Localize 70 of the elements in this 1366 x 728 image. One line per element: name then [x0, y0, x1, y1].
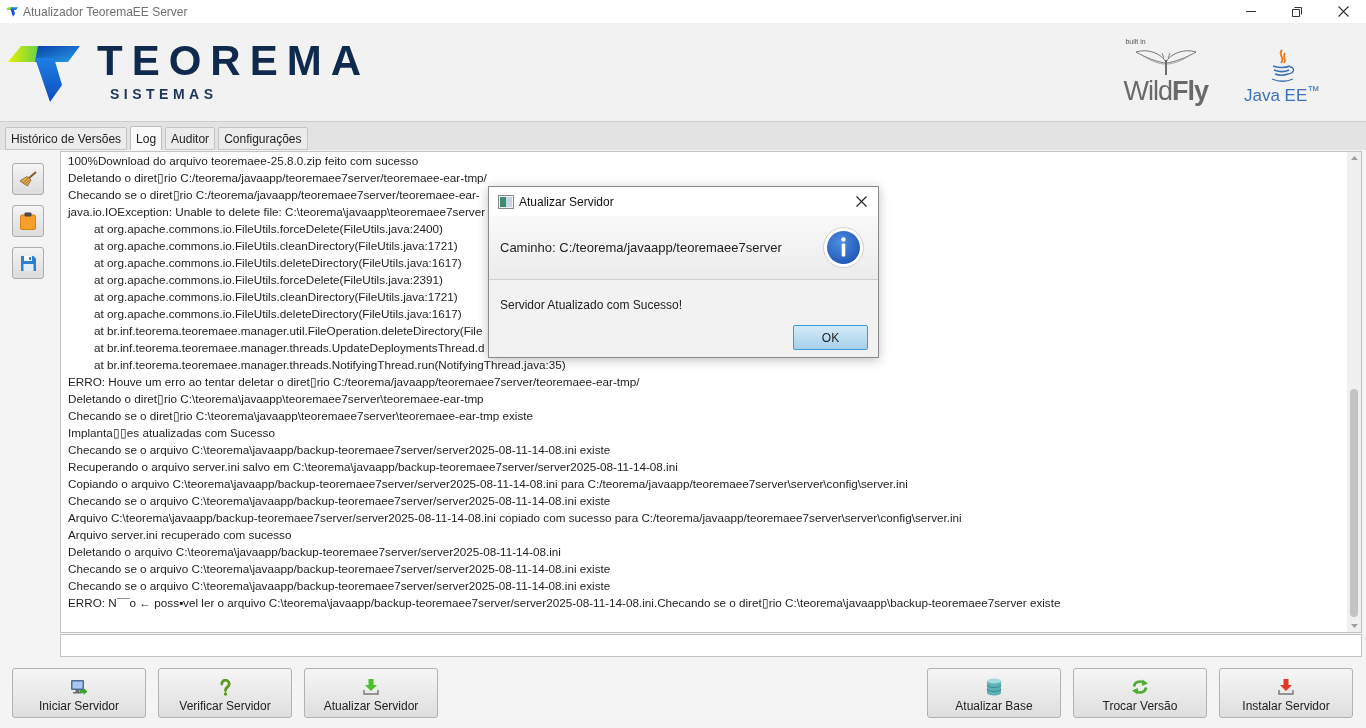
- scroll-down-icon[interactable]: [1350, 624, 1358, 628]
- logo-tagline: SISTEMAS: [110, 87, 219, 101]
- clipboard-icon: [20, 212, 36, 230]
- dialog-path-text: Caminho: C:/teorema/javaapp/teoremaee7server: [500, 238, 782, 257]
- save-icon: [20, 255, 36, 271]
- action-button[interactable]: Instalar Servidor: [1219, 668, 1353, 718]
- tab[interactable]: Log: [130, 126, 163, 150]
- log-line: at org.apache.commons.io.FileUtils.forceDelete(FileUtils.java:2400): [94, 222, 443, 235]
- close-icon[interactable]: [1337, 6, 1349, 17]
- action-button[interactable]: Trocar Versão: [1073, 668, 1207, 718]
- dialog-message: Servidor Atualizado com Sucesso!: [500, 297, 683, 314]
- download-icon: [1278, 679, 1294, 695]
- log-line: 100%Download do arquivo teoremaee-25.8.0.zip feito com sucesso: [68, 154, 419, 167]
- close-icon[interactable]: [856, 196, 867, 207]
- logo-wordmark: TEOREMA: [97, 43, 370, 79]
- log-line: Copiando o arquivo C:\teorema\javaapp/backup-teoremaee7server/server2025-08-11-14-08.ini para C:/teorema/javaapp/teoremaee7server\server\config\server.ini: [68, 477, 908, 490]
- ok-button[interactable]: OK: [793, 325, 868, 350]
- monitor-arrow-icon: [70, 678, 88, 696]
- tab[interactable]: Configurações: [218, 127, 308, 150]
- log-line: Checando se o arquivo C:\teorema\javaapp/backup-teoremaee7server/server2025-08-11-14-08.ini existe: [68, 562, 611, 575]
- log-line: Checando se o arquivo C:\teorema\javaapp/backup-teoremaee7server/server2025-08-11-14-08.ini existe: [68, 443, 611, 456]
- info-icon: [823, 227, 864, 268]
- log-line: Checando se o arquivo C:\teorema\javaapp/backup-teoremaee7server/server2025-08-11-14-08.ini existe: [68, 494, 611, 507]
- log-line: at org.apache.commons.io.FileUtils.deleteDirectory(FileUtils.java:1617): [94, 256, 462, 269]
- question-mark-icon: [219, 678, 231, 696]
- log-line: at org.apache.commons.io.FileUtils.forceDelete(FileUtils.java:2391): [94, 273, 443, 286]
- log-line: at org.apache.commons.io.FileUtils.deleteDirectory(FileUtils.java:1617): [94, 307, 462, 320]
- scrollbar[interactable]: [1347, 152, 1361, 632]
- refresh-icon: [1131, 679, 1149, 695]
- clear-button[interactable]: [12, 163, 44, 195]
- log-line: at br.inf.teorema.teoremaee.manager.util.FileOperation.deleteDirectory(File: [94, 324, 483, 337]
- log-line: Checando se o diret▯rio C:/teorema/javaapp/teoremaee7server/teoremaee-ear-: [68, 188, 480, 201]
- logo-mark-icon: [8, 45, 80, 103]
- tab[interactable]: Histórico de Versões: [5, 127, 128, 150]
- log-line: java.io.IOException: Unable to delete file: C:\teorema\javaapp\teoremaee7server: [68, 205, 486, 218]
- log-line: Deletando o diret▯rio C:/teorema/javaapp/teoremaee7server/teoremaee-ear-tmp/: [68, 171, 487, 184]
- action-button[interactable]: Atualizar Servidor: [304, 668, 438, 718]
- restore-icon[interactable]: [1292, 6, 1302, 17]
- command-input[interactable]: [60, 634, 1362, 657]
- tab[interactable]: Auditor: [165, 127, 216, 150]
- dialog-title: Atualizar Servidor: [519, 193, 614, 211]
- window-icon: [498, 194, 514, 209]
- log-line: Checando se o arquivo C:\teorema\javaapp/backup-teoremaee7server/server2025-08-11-14-08.ini existe: [68, 579, 611, 592]
- log-line: Deletando o arquivo C:\teorema\javaapp/backup-teoremaee7server/server2025-08-11-14-08.ini: [68, 545, 561, 558]
- log-line: at br.inf.teorema.teoremaee.manager.threads.UpdateDeploymentsThread.d: [94, 341, 485, 354]
- log-line: Implanta▯▯es atualizadas com Sucesso: [68, 426, 275, 439]
- database-icon: [986, 678, 1002, 696]
- log-line: at org.apache.commons.io.FileUtils.cleanDirectory(FileUtils.java:1721): [94, 290, 458, 303]
- action-button[interactable]: Iniciar Servidor: [12, 668, 146, 718]
- scrollbar-thumb[interactable]: [1350, 389, 1358, 617]
- log-line: Deletando o diret▯rio C:\teorema\javaapp\teoremaee7server\teoremaee-ear-tmp: [68, 392, 484, 405]
- window-title: Atualizador TeoremaEE Server: [23, 3, 188, 21]
- action-button[interactable]: Atualizar Base: [927, 668, 1061, 718]
- broom-icon: [19, 171, 37, 187]
- action-button[interactable]: Verificar Servidor: [158, 668, 292, 718]
- log-line: ERRO: Houve um erro ao tentar deletar o diret▯rio C:/teorema/javaapp/teoremaee7server/teoremaee-ear-tmp/: [68, 375, 640, 388]
- app-logo-icon: [6, 5, 18, 18]
- log-line: at org.apache.commons.io.FileUtils.cleanDirectory(FileUtils.java:1721): [94, 239, 458, 252]
- log-line: Recuperando o arquivo server.ini salvo em C:\teorema\javaapp/backup-teoremaee7server/server2025-08-11-14-08.ini: [68, 460, 678, 473]
- download-icon: [363, 679, 379, 695]
- log-line: at br.inf.teorema.teoremaee.manager.threads.NotifyingThread.run(NotifyingThread.java:35): [94, 358, 566, 371]
- log-line: Arquivo server.ini recuperado com sucesso: [68, 528, 292, 541]
- clipboard-button[interactable]: [12, 205, 44, 237]
- log-line: ERRO: N¯¯o ← poss▪vel ler o arquivo C:\teorema\javaapp/backup-teoremaee7server/server2025-08-11-14-08.ini.Checando se o diret▯rio C:\teorema\javaapp\backup-teoremaee7server existe: [68, 596, 1061, 609]
- log-line: Arquivo C:\teorema\javaapp/backup-teoremaee7server/server2025-08-11-14-08.ini copiado com sucesso para C:/teorema/javaapp/teoremaee7server\server\config\server.ini: [68, 511, 962, 524]
- save-button[interactable]: [12, 247, 44, 279]
- brand-name: WildFly: [1123, 76, 1208, 106]
- log-line: Checando se o diret▯rio C:\teorema\javaapp\teoremaee7server\teoremaee-ear-tmp existe: [68, 409, 533, 422]
- scroll-up-icon[interactable]: [1350, 156, 1358, 160]
- brand-name: Java EE$^{™}$: [1243, 86, 1320, 106]
